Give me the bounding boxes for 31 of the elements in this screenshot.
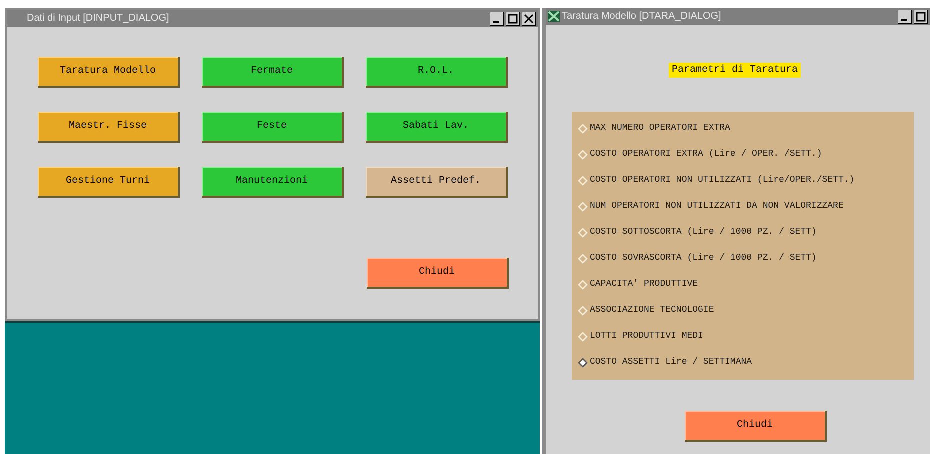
maximize-icon[interactable] (914, 10, 928, 24)
radio-option[interactable]: COSTO OPERATORI EXTRA (Lire / OPER. /SETT.) (578, 147, 914, 163)
radio-option[interactable]: COSTO SOTTOSCORTA (Lire / 1000 PZ. / SETT) (578, 225, 914, 241)
dialog-button[interactable]: Gestione Turni (38, 167, 180, 198)
dialog-button[interactable]: Sabati Lav. (366, 112, 508, 143)
window-title: Dati di Input [DINPUT_DIALOG] (26, 12, 170, 26)
app-logo-icon (548, 11, 560, 22)
dialog-button[interactable]: R.O.L. (366, 57, 508, 88)
radio-option[interactable]: COSTO OPERATORI NON UTILIZZATI (Lire/OPER./SETT.) (578, 173, 914, 189)
radio-option[interactable]: ASSOCIAZIONE TECNOLOGIE (578, 303, 914, 319)
window-title: Taratura Modello [DTARA_DIALOG] (562, 10, 722, 24)
dialog-button[interactable]: Taratura Modello (38, 57, 180, 88)
minimize-icon[interactable] (898, 10, 912, 24)
dialog-button[interactable]: Chiudi (367, 258, 509, 289)
radio-option[interactable]: COSTO SOVRASCORTA (Lire / 1000 PZ. / SETT) (578, 251, 914, 267)
close-icon[interactable] (522, 12, 536, 26)
dialog-button[interactable]: Fermate (202, 57, 344, 88)
radio-option[interactable]: NUM OPERATORI NON UTILIZZATI DA NON VALORIZZARE (578, 199, 914, 215)
dialog-button[interactable]: Assetti Predef. (366, 167, 508, 198)
radio-option[interactable]: COSTO ASSETTI Lire / SETTIMANA (578, 355, 914, 371)
radio-option[interactable]: MAX NUMERO OPERATORI EXTRA (578, 121, 914, 137)
radio-option[interactable]: CAPACITA' PRODUTTIVE (578, 277, 914, 293)
dialog-button[interactable]: Feste (202, 112, 344, 143)
radio-option[interactable]: LOTTI PRODUTTIVI MEDI (578, 329, 914, 345)
minimize-icon[interactable] (490, 12, 504, 26)
section-heading: Parametri di Taratura (668, 63, 802, 78)
maximize-icon[interactable] (506, 12, 520, 26)
diamond-radio-icon[interactable] (578, 358, 588, 368)
dialog-button[interactable]: Manutenzioni (202, 167, 344, 198)
dialog-button[interactable]: Chiudi (685, 411, 827, 442)
dialog-button[interactable]: Maestr. Fisse (38, 112, 180, 143)
